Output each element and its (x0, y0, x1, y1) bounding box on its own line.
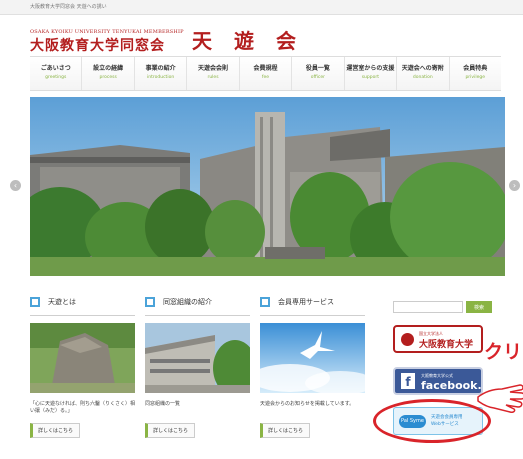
nav-sublabel: process (99, 75, 117, 80)
main-nav: ごあいさつ greetings 設立の経緯 process 事業の紹介 introdu… (30, 56, 501, 91)
nav-label: 役員一覧 (305, 65, 330, 72)
slider-next-button[interactable]: › (509, 180, 520, 191)
university-banner-title: 大阪教育大学 (419, 340, 474, 350)
nav-sublabel: privilege (465, 75, 485, 80)
search-input[interactable] (393, 301, 463, 313)
nav-label: 設立の経緯 (93, 65, 124, 72)
pointing-hand-icon (477, 384, 523, 413)
square-bullet-icon (30, 297, 40, 307)
nav-item-process[interactable]: 設立の経緯 process (82, 57, 135, 90)
section-header: 会員専用サービス (260, 295, 365, 316)
nav-sublabel: support (361, 75, 379, 80)
facebook-banner[interactable]: f 大阪教育大学公式 facebook. (393, 367, 483, 395)
read-more-button[interactable]: 詳しくはこちら (260, 423, 311, 438)
section-description: 天遊会からのお知らせを掲載しています。 (260, 401, 355, 407)
site-header: OSAKA KYOIKU UNIVERSITY TENYUKAI MEMBERS… (0, 15, 523, 54)
nav-item-greetings[interactable]: ごあいさつ greetings (30, 57, 83, 90)
nav-label: 運営室からの支援 (346, 65, 395, 72)
nav-item-introduction[interactable]: 事業の紹介 introduction (135, 57, 188, 90)
section-title: 天遊とは (48, 298, 76, 306)
click-callout-text: クリ (484, 341, 523, 363)
nav-item-support[interactable]: 運営室からの支援 support (345, 57, 398, 90)
top-bar: 大阪教育大学同窓会 天遊への誘い (0, 0, 523, 15)
section-title: 同窓組織の紹介 (163, 298, 212, 306)
nav-label: 天遊会への寄附 (401, 65, 444, 72)
read-more-button[interactable]: 詳しくはこちら (30, 423, 81, 438)
section-description: 「心に天遊なければ、則ち六鑿（りくさく）相い攘（みだ）る。」 (30, 401, 136, 414)
facebook-banner-title: facebook. (421, 379, 482, 392)
section-header: 同窓組織の紹介 (145, 295, 250, 316)
nav-sublabel: introduction (147, 75, 175, 80)
top-bar-text: 大阪教育大学同窓会 天遊への誘い (30, 4, 107, 10)
nav-label: 天遊会会則 (198, 65, 229, 72)
section-tenyu: 天遊とは 「心に天遊なければ、則ち六鑿（りくさく）相い攘（みだ）る。」 詳しくは… (30, 295, 135, 438)
chevron-left-icon: ‹ (13, 181, 18, 190)
nav-label: 事業の紹介 (145, 65, 176, 72)
nav-sublabel: fee (261, 75, 270, 80)
nav-sublabel: greetings (45, 75, 67, 80)
nav-sublabel: donation (412, 75, 433, 80)
section-alumni-orgs: 同窓組織の紹介 同窓組織の一覧 詳しくはこちら (145, 295, 250, 438)
section-header: 天遊とは (30, 295, 135, 316)
slider-prev-button[interactable]: ‹ (10, 180, 21, 191)
search-button[interactable]: 検索 (466, 301, 492, 313)
stone-monument-photo[interactable] (30, 323, 135, 393)
square-bullet-icon (260, 297, 270, 307)
nav-sublabel: officer (310, 75, 325, 80)
nav-label: ごあいさつ (40, 65, 71, 72)
brand-name[interactable]: 天遊会 (192, 25, 318, 54)
read-more-button[interactable]: 詳しくはこちら (145, 423, 196, 438)
nav-item-officer[interactable]: 役員一覧 officer (292, 57, 345, 90)
bird-sky-photo[interactable] (260, 323, 365, 393)
section-member-services: 会員専用サービス 天遊会からのお知らせを掲載しています。 詳しくはこちら (260, 295, 365, 438)
nav-item-fee[interactable]: 会費規程 fee (240, 57, 293, 90)
campus-building-photo (30, 97, 505, 276)
section-description: 同窓組織の一覧 (145, 401, 181, 407)
highlight-circle (373, 399, 491, 443)
university-banner[interactable]: 国立大学法人 大阪教育大学 (393, 325, 483, 353)
building-photo[interactable] (145, 323, 250, 393)
hero-slider[interactable] (30, 97, 505, 276)
university-emblem-icon (401, 333, 414, 346)
chevron-right-icon: › (512, 181, 517, 190)
facebook-icon: f (401, 373, 415, 389)
section-title: 会員専用サービス (278, 298, 334, 306)
nav-label: 会費規程 (253, 65, 278, 72)
nav-item-privilege[interactable]: 会員特典 privilege (450, 57, 501, 90)
nav-sublabel: rules (207, 75, 219, 80)
nav-item-rules[interactable]: 天遊会会則 rules (187, 57, 240, 90)
square-bullet-icon (145, 297, 155, 307)
nav-item-donation[interactable]: 天遊会への寄附 donation (397, 57, 450, 90)
nav-label: 会員特典 (463, 65, 488, 72)
brand-logo-text[interactable]: 大阪教育大学同窓会 (30, 35, 165, 55)
